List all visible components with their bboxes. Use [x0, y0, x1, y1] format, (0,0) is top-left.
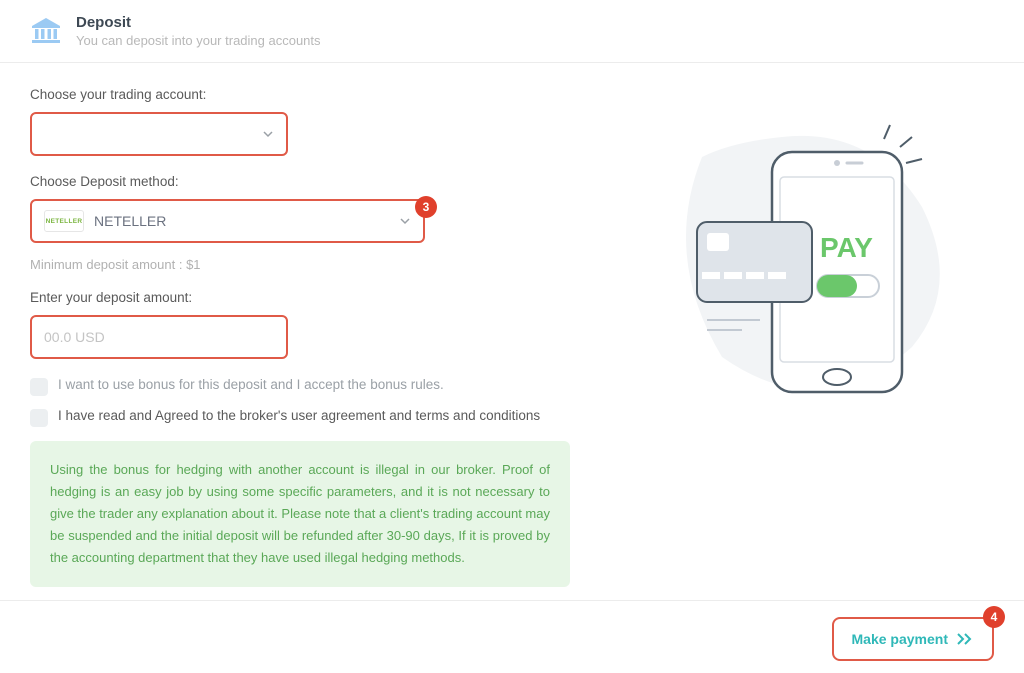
- min-deposit-hint: Minimum deposit amount : $1: [30, 257, 570, 272]
- amount-label: Enter your deposit amount:: [30, 290, 570, 305]
- page-subtitle: You can deposit into your trading accoun…: [76, 33, 321, 48]
- bank-icon: [30, 15, 62, 47]
- account-label: Choose your trading account:: [30, 87, 570, 102]
- hedging-warning-box: Using the bonus for hedging with another…: [30, 441, 570, 587]
- terms-checkbox-label: I have read and Agreed to the broker's u…: [58, 408, 540, 423]
- deposit-form: Choose your trading account: Choose Depo…: [30, 87, 610, 587]
- page-footer: 4 Make payment: [0, 600, 1024, 661]
- chevron-down-icon: [399, 215, 411, 227]
- deposit-method-select[interactable]: NETELLER NETELLER: [30, 199, 425, 243]
- neteller-logo-icon: NETELLER: [44, 210, 84, 232]
- page-title: Deposit: [76, 14, 321, 31]
- terms-checkbox[interactable]: [30, 409, 48, 427]
- step-badge-3: 3: [415, 196, 437, 218]
- pay-text: PAY: [820, 232, 873, 263]
- deposit-amount-input[interactable]: [44, 329, 274, 345]
- illustration: PAY: [610, 87, 994, 587]
- bonus-checkbox-label: I want to use bonus for this deposit and…: [58, 377, 444, 392]
- method-label: Choose Deposit method:: [30, 174, 570, 189]
- bonus-checkbox[interactable]: [30, 378, 48, 396]
- make-payment-label: Make payment: [852, 631, 948, 647]
- make-payment-button[interactable]: Make payment: [832, 617, 994, 661]
- method-selected-value: NETELLER: [94, 213, 166, 229]
- chevron-down-icon: [262, 128, 274, 140]
- page-header: Deposit You can deposit into your tradin…: [0, 0, 1024, 63]
- step-badge-4: 4: [983, 606, 1005, 628]
- trading-account-select[interactable]: [30, 112, 288, 156]
- double-chevron-right-icon: [956, 632, 974, 646]
